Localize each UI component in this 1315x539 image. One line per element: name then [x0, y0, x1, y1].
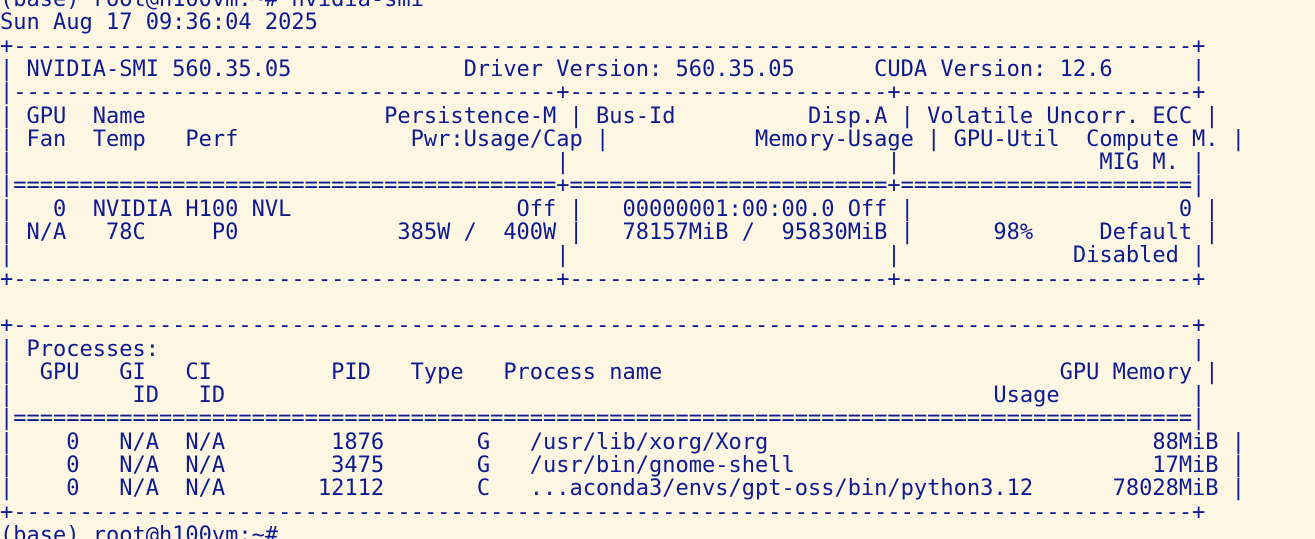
process-row-1: | 0 N/A N/A 1876 G /usr/lib/xorg/Xorg 88… [0, 429, 1246, 455]
process-row-2: | 0 N/A N/A 3475 G /usr/bin/gnome-shell … [0, 453, 1246, 478]
prompt-line[interactable]: (base) root@h100vm:~# [0, 524, 278, 539]
gpu-row-3: | | | Disabled | [0, 243, 1206, 269]
processes-title: | Processes: | [0, 336, 1206, 362]
gpu-row-1: | 0 NVIDIA H100 NVL Off | 00000001:00:00… [0, 196, 1219, 222]
timestamp-line: Sun Aug 17 09:36:04 2025 [0, 10, 318, 36]
gpu-header-row1: | GPU Name Persistence-M | Bus-Id Disp.A… [0, 103, 1219, 129]
process-table-border: +---------------------------------------… [0, 313, 1206, 339]
table-border: +---------------------------------------… [0, 33, 1206, 59]
version-header: | NVIDIA-SMI 560.35.05 Driver Version: 5… [0, 56, 1206, 82]
process-table-separator: |=======================================… [0, 406, 1206, 432]
gpu-header-row2: | Fan Temp Perf Pwr:Usage/Cap | Memory-U… [0, 126, 1246, 152]
terminal-window[interactable]: (base) root@h100vm:~# nvidia-smiSun Aug … [0, 0, 1315, 539]
gpu-row-2: | N/A 78C P0 385W / 400W | 78157MiB / 95… [0, 220, 1219, 245]
table-border: +---------------------------------------… [0, 266, 1206, 292]
table-separator: |---------------------------------------… [0, 80, 1206, 106]
process-header-row2: | ID ID Usage | [0, 383, 1206, 409]
process-row-3: | 0 N/A N/A 12112 C ...aconda3/envs/gpt-… [0, 476, 1246, 502]
process-header-row1: | GPU GI CI PID Type Process name GPU Me… [0, 359, 1219, 385]
table-separator: |=======================================… [0, 173, 1206, 199]
gpu-header-row3: | | | MIG M. | [0, 150, 1206, 176]
process-table-border: +---------------------------------------… [0, 499, 1206, 525]
